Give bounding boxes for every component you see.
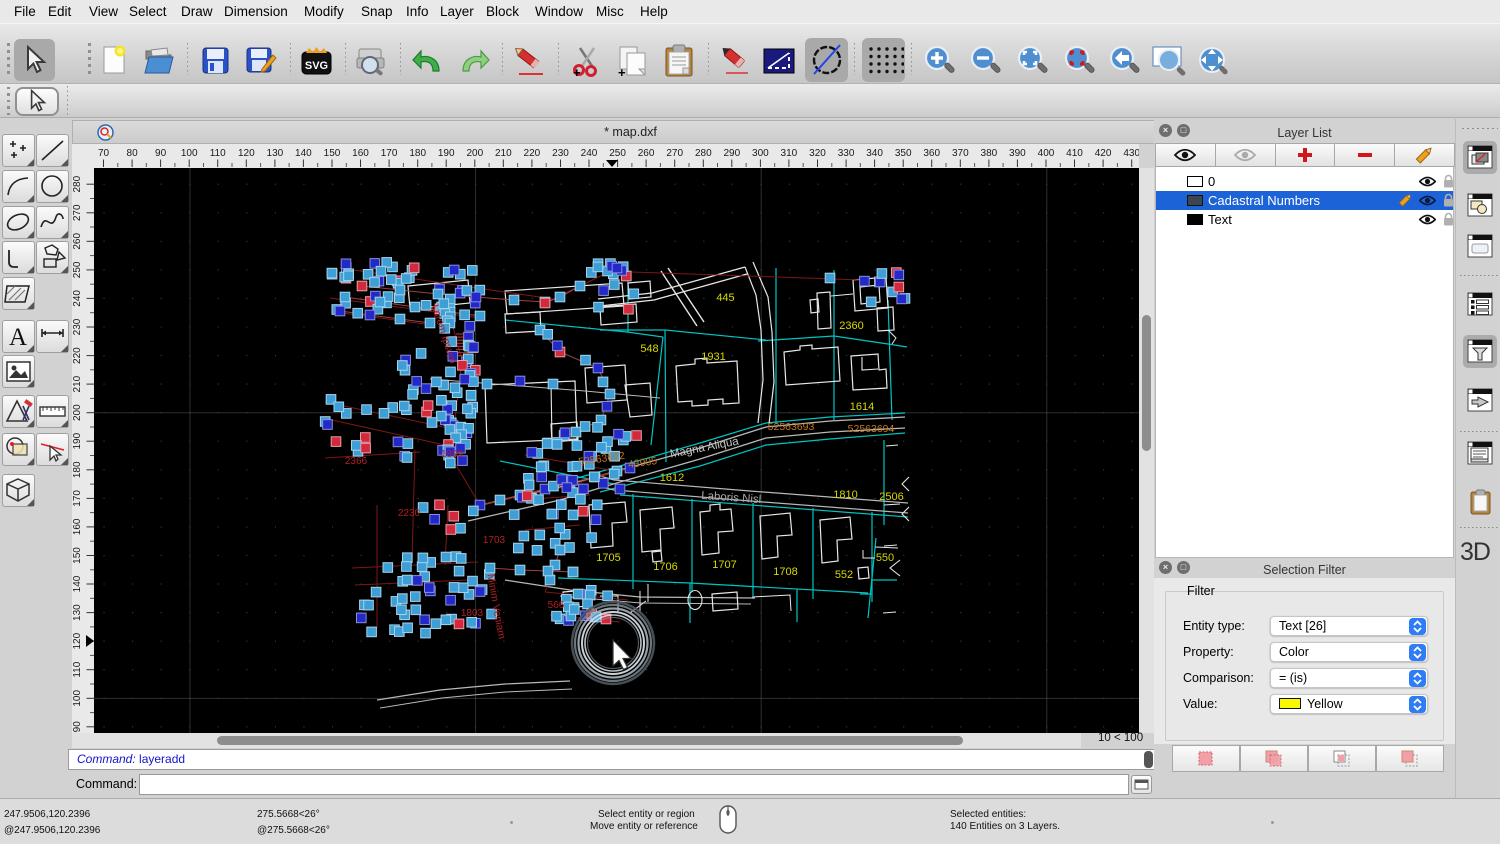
svg-text:260: 260 xyxy=(72,233,83,250)
svg-text:270: 270 xyxy=(666,148,683,159)
svg-text:260: 260 xyxy=(638,148,655,159)
svg-text:280: 280 xyxy=(695,148,712,159)
svg-text:140: 140 xyxy=(295,148,312,159)
svg-text:170: 170 xyxy=(381,148,398,159)
svg-text:566: 566 xyxy=(548,600,565,611)
svg-text:A: A xyxy=(9,324,27,351)
svg-text:Minim Veniam: Minim Veniam xyxy=(484,573,507,640)
svg-text:330: 330 xyxy=(838,148,855,159)
svg-text:1703: 1703 xyxy=(483,535,506,546)
svg-text:552: 552 xyxy=(835,569,853,581)
svg-text:548: 548 xyxy=(640,343,658,355)
svg-text:230: 230 xyxy=(72,318,83,335)
svg-text:340: 340 xyxy=(866,148,883,159)
svg-text:120: 120 xyxy=(72,632,83,649)
svg-text:+: + xyxy=(573,65,581,78)
svg-text:420: 420 xyxy=(1095,148,1112,159)
svg-text:240: 240 xyxy=(581,148,598,159)
svg-text:43905: 43905 xyxy=(627,455,658,471)
svg-text:90: 90 xyxy=(72,721,83,733)
svg-text:280: 280 xyxy=(72,175,83,192)
svg-text:100: 100 xyxy=(181,148,198,159)
svg-text:70: 70 xyxy=(98,148,110,159)
svg-text:190: 190 xyxy=(438,148,455,159)
svg-text:130: 130 xyxy=(267,148,284,159)
svg-text:270: 270 xyxy=(72,204,83,221)
svg-text:150: 150 xyxy=(72,547,83,564)
svg-text:300: 300 xyxy=(752,148,769,159)
svg-text:190: 190 xyxy=(72,432,83,449)
svg-text:110: 110 xyxy=(72,661,83,677)
svg-text:1614: 1614 xyxy=(850,401,874,413)
svg-text:180: 180 xyxy=(409,148,426,159)
svg-text:100: 100 xyxy=(72,690,83,707)
svg-text:400: 400 xyxy=(1038,148,1055,159)
svg-text:52563693: 52563693 xyxy=(768,421,815,433)
svg-text:1707: 1707 xyxy=(712,559,736,571)
svg-text:290: 290 xyxy=(723,148,740,159)
svg-text:550: 550 xyxy=(876,552,894,564)
svg-text:350: 350 xyxy=(895,148,912,159)
svg-text:160: 160 xyxy=(352,148,369,159)
svg-text:120: 120 xyxy=(238,148,255,159)
svg-text:1810: 1810 xyxy=(833,489,857,501)
svg-text:1612: 1612 xyxy=(660,472,684,484)
svg-text:1803: 1803 xyxy=(461,608,484,619)
svg-text:1809: 1809 xyxy=(441,449,464,460)
svg-text:Laboris Nisl: Laboris Nisl xyxy=(701,490,762,506)
svg-text:250: 250 xyxy=(72,261,83,278)
svg-text:410: 410 xyxy=(1066,148,1083,159)
svg-text:200: 200 xyxy=(466,148,483,159)
svg-text:80: 80 xyxy=(127,148,139,159)
svg-text:1705: 1705 xyxy=(596,552,620,564)
svg-text:2366: 2366 xyxy=(345,456,368,467)
svg-text:160: 160 xyxy=(72,518,83,535)
svg-text:220: 220 xyxy=(72,347,83,364)
svg-text:320: 320 xyxy=(809,148,826,159)
svg-text:220: 220 xyxy=(524,148,541,159)
svg-text:2230: 2230 xyxy=(398,508,421,519)
svg-text:150: 150 xyxy=(324,148,341,159)
svg-text:1931: 1931 xyxy=(701,351,725,363)
svg-text:210: 210 xyxy=(72,375,83,392)
svg-text:130: 130 xyxy=(72,604,83,621)
svg-text:90: 90 xyxy=(155,148,167,159)
svg-text:52563694: 52563694 xyxy=(848,423,895,435)
svg-text:230: 230 xyxy=(552,148,569,159)
svg-text:370: 370 xyxy=(952,148,969,159)
svg-text:1708: 1708 xyxy=(773,566,797,578)
svg-text:2360: 2360 xyxy=(839,320,863,332)
svg-text:110: 110 xyxy=(210,148,226,159)
svg-text:430: 430 xyxy=(1123,148,1139,159)
svg-text:180: 180 xyxy=(72,461,83,478)
svg-text:310: 310 xyxy=(781,148,798,159)
svg-text:390: 390 xyxy=(1009,148,1026,159)
svg-text:380: 380 xyxy=(981,148,998,159)
svg-text:445: 445 xyxy=(716,292,734,304)
svg-text:SVG: SVG xyxy=(305,60,328,72)
svg-text:140: 140 xyxy=(72,575,83,592)
svg-text:+: + xyxy=(618,65,626,78)
svg-text:360: 360 xyxy=(923,148,940,159)
svg-text:210: 210 xyxy=(495,148,512,159)
svg-text:2506: 2506 xyxy=(879,491,903,503)
svg-text:170: 170 xyxy=(72,490,83,507)
svg-text:1706: 1706 xyxy=(653,561,677,573)
svg-text:200: 200 xyxy=(72,404,83,421)
svg-text:250: 250 xyxy=(609,148,626,159)
svg-text:240: 240 xyxy=(72,290,83,307)
